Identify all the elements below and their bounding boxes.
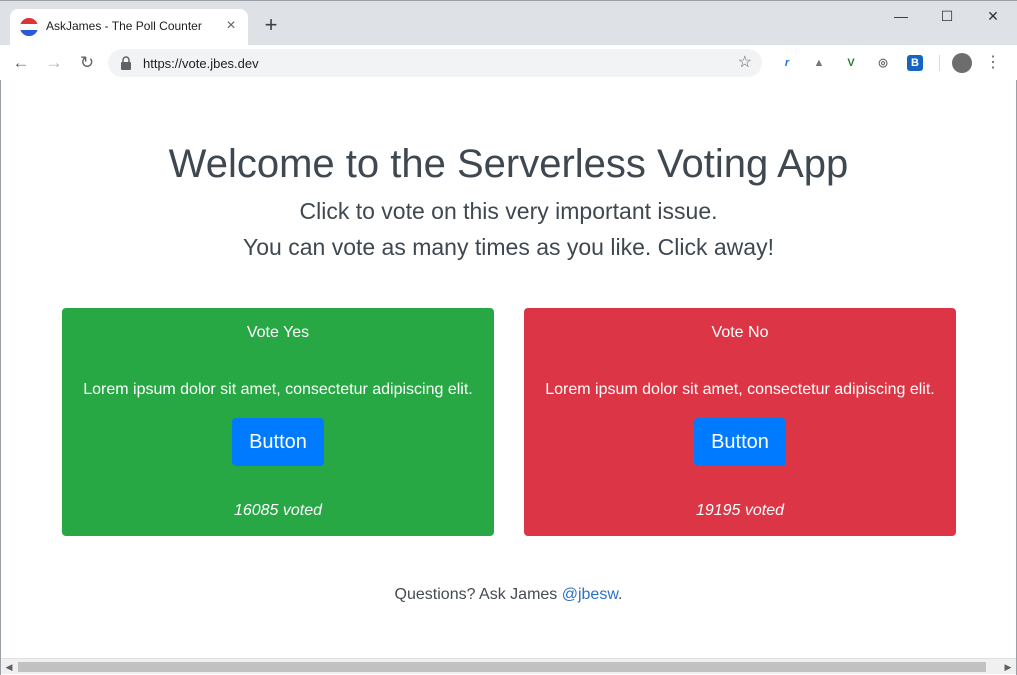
profile-avatar[interactable]	[952, 53, 972, 73]
footer-text: Questions? Ask James	[394, 586, 562, 603]
minimize-icon[interactable]: —	[878, 5, 924, 29]
page-subtitle-1: Click to vote on this very important iss…	[299, 198, 718, 224]
close-icon[interactable]: ×	[222, 17, 240, 35]
vue-devtools-icon[interactable]: V	[843, 55, 859, 71]
vote-yes-button[interactable]: Button	[232, 418, 324, 466]
plus-icon[interactable]: +	[260, 14, 282, 37]
twitter-link[interactable]: @jbesw	[562, 586, 618, 603]
drive-icon[interactable]: ▲	[811, 55, 827, 71]
scroll-right-icon[interactable]: ▶	[1002, 661, 1014, 673]
footer-suffix: .	[618, 586, 623, 603]
footer: Questions? Ask James @jbesw.	[1, 586, 1016, 604]
tab-title: AskJames - The Poll Counter	[46, 19, 202, 33]
browser-tab[interactable]: AskJames - The Poll Counter ×	[10, 9, 248, 45]
vote-count: 16085 voted	[233, 502, 323, 519]
extension-1-icon[interactable]: r	[779, 55, 795, 71]
vote-no-card: Vote No Lorem ipsum dolor sit amet, cons…	[524, 308, 956, 536]
card-text: Lorem ipsum dolor sit amet, consectetur …	[545, 381, 935, 398]
page-title: Welcome to the Serverless Voting App	[168, 142, 849, 186]
url-text: https://vote.jbes.dev	[143, 56, 259, 71]
page-subtitle-2: You can vote as many times as you like. …	[243, 234, 774, 260]
card-title: Vote Yes	[246, 324, 310, 341]
toolbar-divider	[939, 55, 940, 71]
vote-count: 19195 voted	[695, 502, 785, 519]
lock-icon	[121, 56, 131, 70]
extension-4-icon[interactable]: ◎	[875, 55, 891, 71]
browser-toolbar: ← → ↻ https://vote.jbes.dev ☆ r ▲ V ◎ B …	[0, 45, 1017, 81]
reload-icon[interactable]: ↻	[75, 51, 99, 75]
arrow-left-icon[interactable]: ←	[9, 51, 33, 75]
address-bar[interactable]: https://vote.jbes.dev ☆	[108, 49, 762, 77]
page-content: Welcome to the Serverless Voting App Cli…	[1, 80, 1016, 658]
kebab-menu-icon[interactable]: ⋮	[985, 52, 1001, 74]
browser-chrome: AskJames - The Poll Counter × + — ☐ ✕ ← …	[0, 0, 1017, 81]
arrow-right-icon[interactable]: →	[42, 51, 66, 75]
card-title: Vote No	[711, 324, 769, 341]
maximize-icon[interactable]: ☐	[924, 5, 970, 29]
extension-5-icon[interactable]: B	[907, 55, 923, 71]
vote-badge-icon	[20, 18, 38, 36]
window-close-icon[interactable]: ✕	[970, 5, 1016, 29]
scroll-left-icon[interactable]: ◀	[3, 661, 15, 673]
star-icon[interactable]: ☆	[738, 53, 752, 73]
horizontal-scrollbar[interactable]: ◀ ▶	[1, 658, 1016, 674]
scrollbar-thumb[interactable]	[18, 662, 986, 672]
vote-no-button[interactable]: Button	[694, 418, 786, 466]
vote-yes-card: Vote Yes Lorem ipsum dolor sit amet, con…	[62, 308, 494, 536]
card-text: Lorem ipsum dolor sit amet, consectetur …	[83, 381, 473, 398]
